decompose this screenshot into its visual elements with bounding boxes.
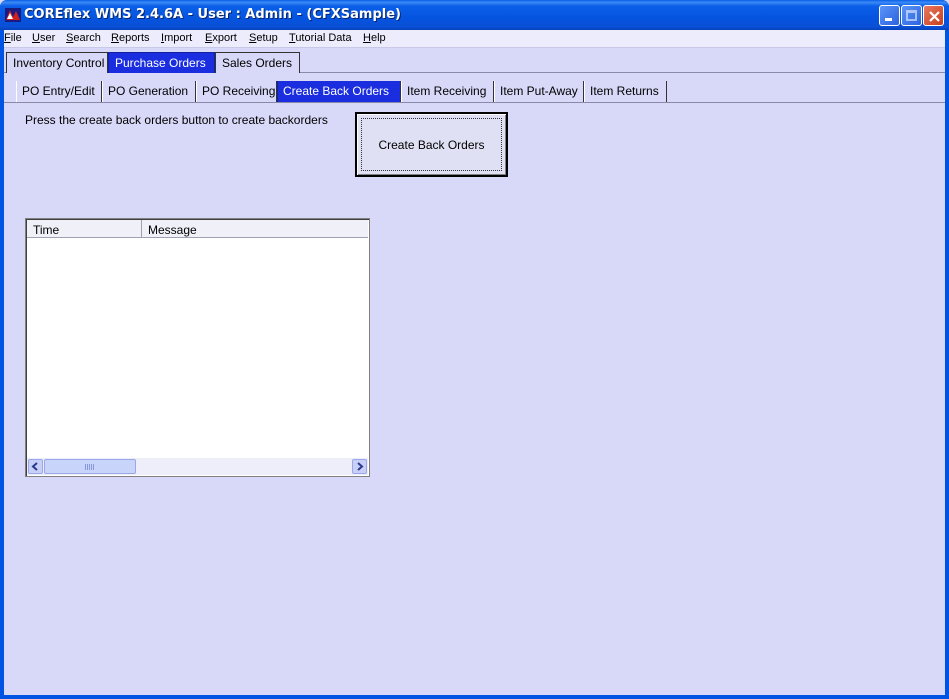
window-border-bottom	[0, 695, 949, 699]
column-header-message[interactable]: Message	[142, 220, 368, 238]
subtab-item-receiving[interactable]: Item Receiving	[401, 81, 494, 102]
menu-import[interactable]: Import	[161, 32, 192, 44]
menu-label: etup	[256, 32, 278, 44]
subtab-create-back-orders[interactable]: Create Back Orders	[277, 81, 401, 102]
menu-label: earch	[73, 32, 101, 44]
tab-purchase-orders[interactable]: Purchase Orders	[108, 52, 215, 73]
tab-sales-orders[interactable]: Sales Orders	[215, 52, 300, 73]
message-log-table[interactable]: Time Message	[25, 218, 370, 477]
subtab-item-put-away[interactable]: Item Put-Away	[494, 81, 584, 102]
sub-tab-strip: PO Entry/Edit PO Generation PO Receiving Cr…	[16, 80, 945, 103]
scroll-right-button[interactable]	[352, 459, 367, 474]
instructions-text: Press the create back orders button to c…	[25, 113, 328, 127]
menu-help[interactable]: Help	[363, 32, 386, 44]
maximize-icon	[906, 10, 917, 21]
menu-label: ser	[39, 32, 56, 44]
sub-tab-divider	[4, 102, 945, 103]
menu-label: eports	[118, 32, 150, 44]
menu-label: xport	[212, 32, 237, 44]
maximize-button[interactable]	[901, 5, 922, 26]
title-bar[interactable]: COREflex WMS 2.4.6A - User : Admin - (CF…	[0, 0, 949, 30]
menu-mnemonic: F	[4, 32, 11, 44]
subtab-item-returns[interactable]: Item Returns	[584, 81, 667, 102]
menu-user[interactable]: User	[32, 32, 55, 44]
menu-label: ile	[10, 32, 22, 44]
subtab-po-entry-edit[interactable]: PO Entry/Edit	[16, 81, 102, 102]
window-title: COREflex WMS 2.4.6A - User : Admin - (CF…	[24, 7, 401, 22]
minimize-icon	[885, 18, 892, 21]
column-header-time[interactable]: Time	[27, 220, 142, 238]
menu-export[interactable]: Export	[205, 32, 237, 44]
app-icon	[5, 8, 21, 22]
main-tab-strip: Inventory Control Purchase Orders Sales Or…	[4, 49, 945, 73]
create-back-orders-button[interactable]: Create Back Orders	[355, 112, 508, 177]
menu-label: utorial Data	[295, 32, 352, 44]
minimize-button[interactable]	[879, 5, 900, 26]
tab-inventory-control[interactable]: Inventory Control	[6, 52, 108, 73]
menu-mnemonic: H	[363, 32, 371, 44]
close-icon	[929, 11, 940, 22]
close-button[interactable]	[923, 5, 944, 26]
scrollbar-thumb[interactable]	[44, 459, 136, 474]
log-table-header: Time Message	[27, 220, 368, 238]
menu-bar: File User Search Reports Import Export Setup Tu…	[4, 30, 945, 48]
chevron-left-icon	[31, 462, 38, 471]
client-area: File User Search Reports Import Export Setup Tu…	[4, 30, 945, 695]
app-window: COREflex WMS 2.4.6A - User : Admin - (CF…	[0, 0, 949, 699]
grip-icon	[85, 464, 94, 470]
create-back-orders-label: Create Back Orders	[378, 138, 485, 152]
chevron-right-icon	[357, 462, 364, 471]
menu-mnemonic: R	[111, 32, 119, 44]
subtab-po-generation[interactable]: PO Generation	[102, 81, 196, 102]
menu-file[interactable]: File	[4, 32, 22, 44]
menu-label: mport	[164, 32, 193, 44]
menu-reports[interactable]: Reports	[111, 32, 150, 44]
subtab-po-receiving[interactable]: PO Receiving	[196, 81, 277, 102]
horizontal-scrollbar[interactable]	[27, 458, 368, 475]
menu-tutorial-data[interactable]: Tutorial Data	[289, 32, 352, 44]
menu-setup[interactable]: Setup	[249, 32, 278, 44]
menu-mnemonic: U	[32, 32, 40, 44]
window-border-right	[945, 30, 949, 699]
menu-label: elp	[370, 32, 386, 44]
menu-search[interactable]: Search	[66, 32, 101, 44]
scroll-left-button[interactable]	[28, 459, 43, 474]
